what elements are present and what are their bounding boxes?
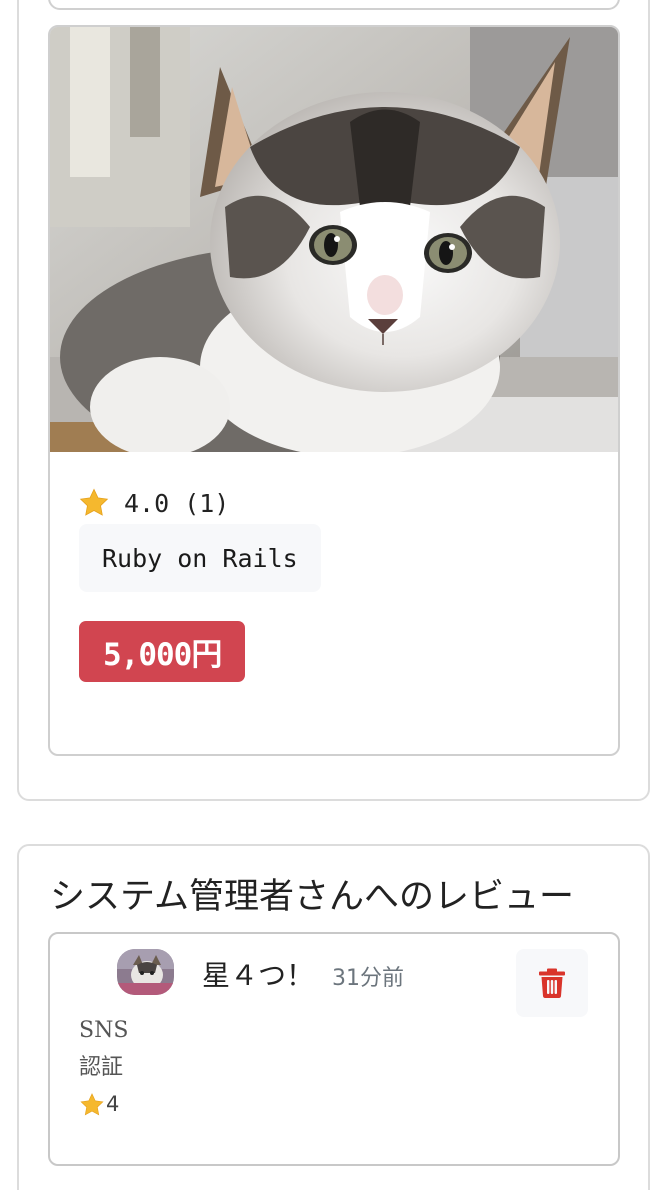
price-badge: 5,000円 <box>79 621 246 682</box>
kitten-photo <box>50 27 618 452</box>
review-title: 星４つ！ <box>202 959 315 992</box>
star-icon <box>80 1092 104 1115</box>
review-meta: SNS 認証 4 <box>79 1012 128 1123</box>
page: 4.0 (1) Ruby on Rails 5,000円 システム管理者さんへの… <box>0 0 668 1190</box>
previous-product-card[interactable] <box>48 0 620 10</box>
product-card[interactable]: 4.0 (1) Ruby on Rails 5,000円 <box>48 25 620 756</box>
trash-icon <box>539 968 565 998</box>
user-avatar[interactable] <box>117 949 174 995</box>
review-category: SNS <box>79 1018 129 1043</box>
rating-text: 4.0 (1) <box>124 488 230 518</box>
review-subcategory: 認証 <box>79 1055 124 1080</box>
skill-tag[interactable]: Ruby on Rails <box>79 524 321 592</box>
review-card: 星４つ！ 31分前 SNS 認証 4 <box>48 932 620 1166</box>
review-rating-value: 4 <box>106 1092 120 1116</box>
star-icon <box>79 488 109 516</box>
rating-row: 4.0 (1) <box>78 485 229 521</box>
delete-review-button[interactable] <box>516 949 588 1017</box>
review-rating: 4 <box>79 1086 128 1123</box>
reviews-section-title: システム管理者さんへのレビュー <box>50 877 574 917</box>
review-time: 31分前 <box>332 966 404 991</box>
